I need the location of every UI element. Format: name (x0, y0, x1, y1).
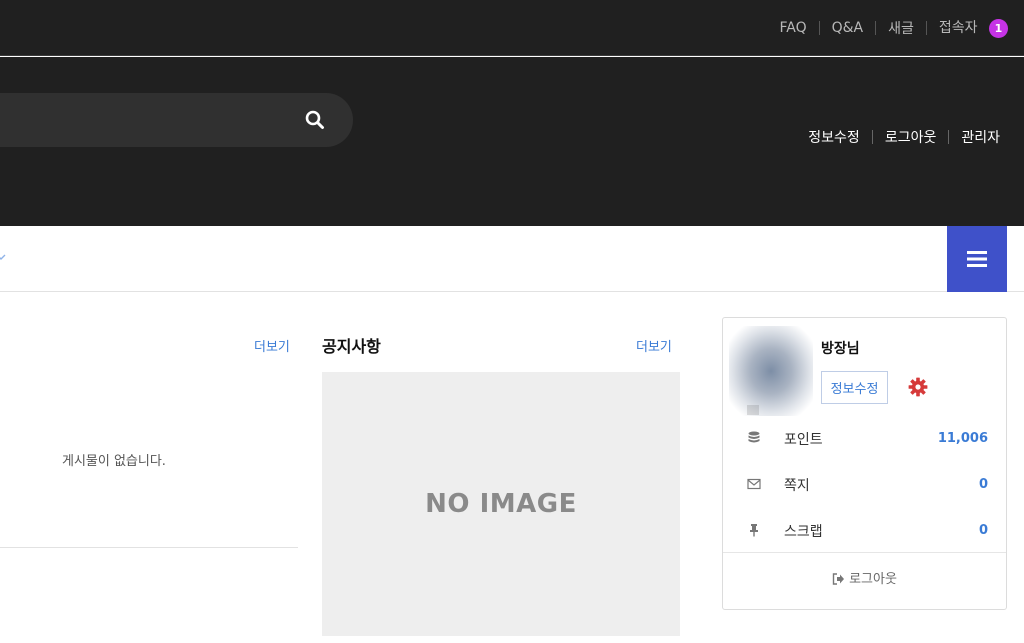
notice-more-link[interactable]: 더보기 (636, 336, 672, 355)
points-value: 11,006 (937, 431, 988, 446)
envelope-icon (747, 478, 761, 490)
qna-link[interactable]: Q&A (832, 20, 864, 36)
logout-link[interactable]: 로그아웃 (885, 127, 937, 147)
points-row[interactable]: 포인트 11,006 (723, 423, 1008, 453)
member-links: 정보수정 로그아웃 관리자 (808, 127, 1000, 147)
search-button[interactable] (304, 109, 326, 131)
top-links: FAQ Q&A 새글 접속자 1 (780, 17, 1008, 38)
logout-label: 로그아웃 (849, 572, 897, 587)
visitor-count-badge: 1 (989, 19, 1008, 38)
pin-icon (750, 524, 758, 537)
nickname: 방장님 (821, 341, 860, 357)
admin-link[interactable]: 관리자 (961, 127, 1000, 147)
messages-value: 0 (978, 477, 988, 492)
divider (723, 552, 1006, 553)
no-image-text: NO IMAGE (425, 489, 577, 519)
latest-board: 더보기 게시물이 없습니다. (0, 292, 298, 548)
scrap-row[interactable]: 스크랩 0 (723, 515, 1008, 545)
edit-info-button[interactable]: 정보수정 (821, 371, 888, 404)
notice-title: 공지사항 (322, 337, 381, 356)
visitors-label: 접속자 (938, 20, 978, 36)
empty-message: 게시물이 없습니다. (62, 454, 166, 469)
sign-out-icon (832, 573, 845, 585)
messages-row[interactable]: 쪽지 0 (723, 469, 1008, 499)
board-more-link[interactable]: 더보기 (254, 336, 290, 355)
scrap-label: 스크랩 (784, 524, 823, 540)
messages-label: 쪽지 (784, 478, 810, 494)
scrap-value: 0 (978, 523, 988, 538)
database-icon (748, 431, 760, 443)
points-label: 포인트 (784, 432, 823, 448)
divider (925, 20, 927, 35)
new-posts-link[interactable]: 새글 (888, 18, 914, 38)
search-bar[interactable] (0, 93, 353, 147)
hidden-row (747, 402, 987, 416)
chevron-down-icon (0, 254, 6, 260)
profile-logout-button[interactable]: 로그아웃 (723, 568, 1006, 587)
main-nav (0, 226, 1024, 292)
divider (875, 20, 877, 35)
visitors-link[interactable]: 접속자 1 (939, 17, 1008, 38)
notice-thumbnail[interactable]: NO IMAGE (322, 372, 680, 636)
menu-button[interactable] (947, 226, 1007, 292)
divider (948, 130, 950, 144)
profile-card: 방장님 정보수정 포인트 11,006 쪽지 0 스크랩 0 로그아웃 (722, 317, 1007, 610)
hidden-row-icon (747, 404, 759, 415)
top-bar: FAQ Q&A 새글 접속자 1 (0, 0, 1024, 56)
gear-icon[interactable] (908, 377, 928, 397)
hamburger-icon (967, 251, 987, 267)
faq-link[interactable]: FAQ (780, 20, 807, 36)
edit-info-link[interactable]: 정보수정 (808, 127, 860, 147)
site-header: 정보수정 로그아웃 관리자 (0, 57, 1024, 226)
divider (871, 130, 873, 144)
search-icon (305, 110, 324, 129)
divider (818, 20, 820, 35)
